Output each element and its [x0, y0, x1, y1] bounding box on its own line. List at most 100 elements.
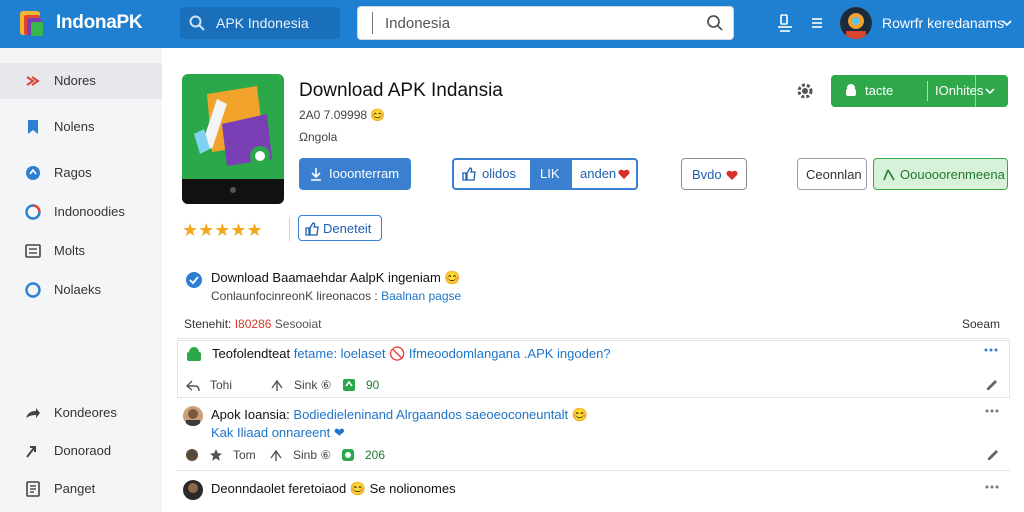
more-options-icon[interactable]: [983, 347, 999, 353]
android-icon: [846, 84, 856, 96]
more-options-icon[interactable]: [984, 408, 1000, 414]
denied-button[interactable]: Deneteit: [298, 215, 382, 241]
segmented-buttons: olidos LIK anden: [452, 158, 638, 190]
star-icon: [210, 449, 222, 461]
notice-subtitle-prefix: ConlaunfocinreonK lireonacos :: [211, 289, 382, 303]
app-icon: [182, 74, 284, 204]
thumbs-up-icon: [305, 222, 319, 236]
user-avatar-icon: [183, 480, 203, 500]
edit-icon[interactable]: [986, 448, 1000, 462]
denied-label: Deneteit: [323, 221, 372, 236]
app-developer[interactable]: Ωngola: [299, 130, 337, 144]
repost-icon: [271, 379, 283, 391]
info-icon: [186, 272, 202, 288]
install-secondary-label: IOnhites: [935, 83, 984, 98]
sidebar-item-ndores[interactable]: Ndores: [0, 63, 162, 99]
sidebar-item-label: Indonoodies: [54, 204, 125, 219]
more-options-icon[interactable]: [984, 484, 1000, 490]
download-icon: [311, 168, 321, 181]
sidebar-item-nolaeks[interactable]: Nolaeks: [0, 272, 162, 308]
divider: [177, 470, 1010, 471]
edit-icon[interactable]: [985, 378, 999, 392]
post-avatar[interactable]: [183, 480, 203, 500]
sort-filter[interactable]: Stenehit: I80286 Sesooiat: [184, 317, 321, 331]
post-author[interactable]: Deonndaolet: [211, 481, 285, 496]
chevron-down-icon[interactable]: [984, 85, 996, 97]
sidebar-item-indonoodies[interactable]: Indonoodies: [0, 194, 162, 230]
post-text: feretoiaod 😊 Se nolionomes: [288, 481, 456, 496]
repost-icon: [270, 449, 282, 461]
sidebar-item-label: Kondeores: [54, 405, 117, 420]
reply-icon: [186, 380, 200, 392]
post-line: Teofolendteat fetame: loelaset 🚫 Ifmeood…: [212, 346, 611, 362]
search-input[interactable]: [372, 12, 692, 34]
chevron-down-icon[interactable]: [1002, 18, 1012, 28]
search-filter[interactable]: Soeam: [962, 317, 1000, 331]
post-text-secondary: Kak Iliaad onnareent ❤: [211, 425, 345, 440]
notification-icon[interactable]: [775, 13, 795, 33]
notice-link[interactable]: Baalnan pagse: [381, 289, 461, 303]
google-icon: [25, 204, 41, 220]
post-author[interactable]: Teofolendteat: [212, 346, 290, 361]
search-box[interactable]: [357, 6, 734, 40]
logo-text[interactable]: IndonaPK: [56, 12, 143, 34]
notice-title: Download Baamaehdar AalpK ingeniam 😊: [211, 270, 461, 285]
user-avatar[interactable]: [840, 7, 872, 39]
circle-icon: [26, 166, 40, 180]
sidebar-item-panget[interactable]: Panget: [0, 471, 162, 507]
quick-search-text: APK Indonesia: [216, 15, 309, 31]
leaf-icon: [883, 169, 895, 181]
sidebar-item-label: Donoraod: [54, 443, 112, 458]
green-action-label: Oouooorenmeena: [900, 167, 1005, 182]
sidebar-item-donoraod[interactable]: Donoraod: [0, 433, 162, 469]
thumbs-up-icon: [462, 167, 476, 181]
quick-search[interactable]: APK Indonesia: [180, 7, 340, 39]
crossed-arrows-icon: [26, 76, 40, 86]
segment-like[interactable]: olidos: [454, 160, 530, 188]
install-divider: [927, 81, 928, 101]
menu-icon[interactable]: [810, 14, 824, 32]
user-name[interactable]: Rowrfr keredanams: [882, 15, 1004, 31]
sidebar-item-molts[interactable]: Molts: [0, 233, 162, 269]
post-avatar[interactable]: [184, 345, 204, 365]
install-button[interactable]: tacte IOnhites: [831, 75, 1008, 107]
sidebar-item-kondeores[interactable]: Kondeores: [0, 395, 162, 431]
app-logo-icon: [182, 74, 284, 204]
bookmark-icon: [28, 120, 38, 134]
sidebar-item-label: Ragos: [54, 165, 92, 180]
like-icon: [342, 449, 354, 461]
gear-icon[interactable]: [794, 80, 816, 102]
document-icon: [26, 481, 40, 497]
user-avatar-icon: [186, 449, 198, 461]
sidebar-item-label: Ndores: [54, 73, 96, 88]
forward-icon: [26, 446, 36, 458]
download-label: Iooonterram: [329, 166, 400, 181]
sidebar-item-label: Nolaeks: [54, 282, 101, 297]
repost-label: Sink ⑥: [294, 378, 332, 392]
sidebar-item-ragos[interactable]: Ragos: [0, 155, 162, 191]
video-label: Bvdo: [692, 167, 722, 182]
share-icon: [26, 408, 40, 418]
search-icon[interactable]: [705, 13, 725, 33]
green-action-button[interactable]: Oouooorenmeena: [873, 158, 1008, 190]
like-count: 206: [365, 448, 386, 462]
install-label: tacte: [865, 83, 894, 98]
segment-middle[interactable]: LIK: [530, 160, 572, 188]
sidebar-item-nolens[interactable]: Nolens: [0, 109, 162, 145]
post-author[interactable]: Apok Ioansia:: [211, 407, 290, 422]
divider: [177, 338, 1010, 339]
post-avatar[interactable]: [183, 406, 203, 426]
download-button[interactable]: Iooonterram: [299, 158, 411, 190]
star-label: Tom: [233, 448, 256, 462]
divider: [289, 217, 290, 241]
comment-button[interactable]: Ceonnlan: [797, 158, 867, 190]
install-caret-divider: [975, 75, 976, 107]
logo-icon[interactable]: [18, 8, 46, 38]
post-item: Deonndaolet feretoiaod 😊 Se nolionomes: [177, 476, 1010, 506]
video-button[interactable]: Bvdo: [681, 158, 747, 190]
repost-label: Sinb ⑥: [293, 448, 332, 462]
avatar-image-icon: [840, 7, 872, 39]
post-line: Deonndaolet feretoiaod 😊 Se nolionomes: [211, 481, 456, 497]
segment-anden[interactable]: anden: [572, 160, 636, 188]
post-text: Bodiedieleninand Alrgaandos saeoeoconeun…: [293, 407, 588, 422]
